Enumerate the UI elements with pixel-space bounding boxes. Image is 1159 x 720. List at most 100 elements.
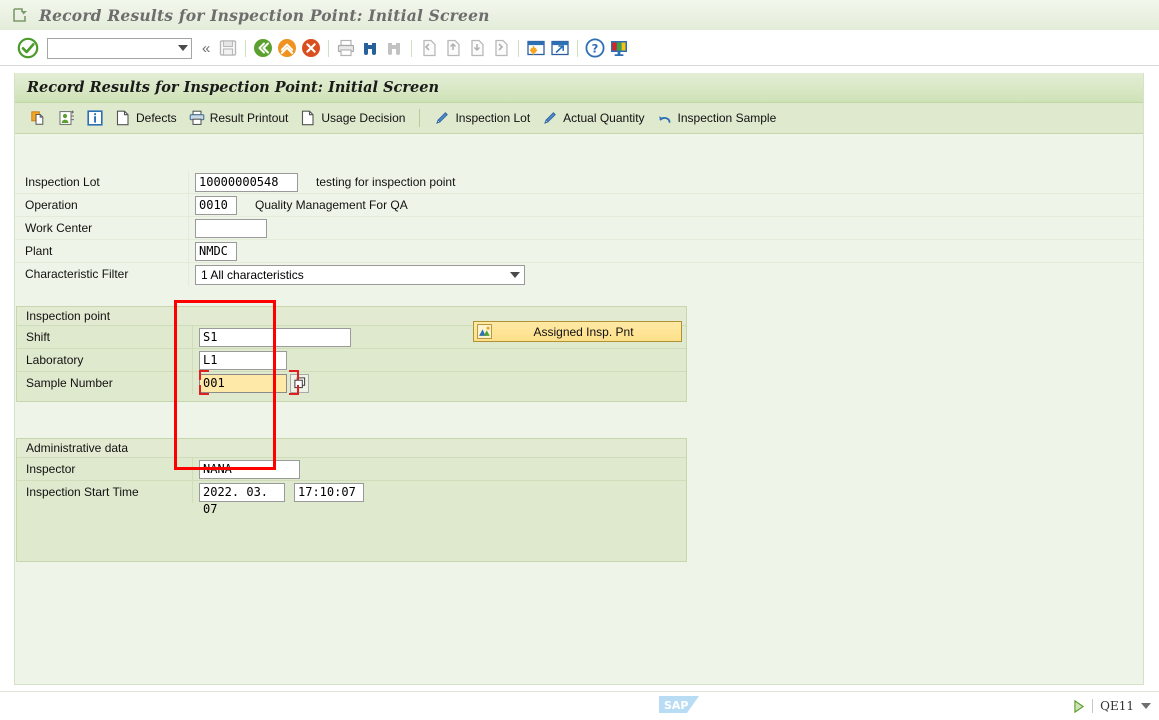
toolbar-separator — [411, 39, 413, 57]
usage-decision-button[interactable]: Usage Decision — [294, 106, 411, 130]
shift-input[interactable]: S1 — [199, 327, 351, 347]
inspection-point-group: Inspection point Shift S1 Laboratory L1 … — [16, 306, 687, 402]
new-session-icon[interactable] — [525, 37, 547, 59]
help-question-icon[interactable]: ? — [584, 37, 606, 59]
administrative-data-group: Administrative data Inspector NANA Inspe… — [16, 438, 687, 562]
sample-number-input[interactable]: 001 — [199, 373, 287, 393]
toolbar-separator — [577, 39, 579, 57]
window-titlebar: Record Results for Inspection Point: Ini… — [0, 0, 1159, 31]
user-settings-icon — [59, 110, 74, 125]
inspection-lot-label: Inspection Lot — [15, 171, 189, 193]
customize-layout-icon[interactable] — [608, 37, 630, 59]
characteristic-filter-select[interactable]: 1 All characteristics — [195, 264, 525, 285]
page-title: Record Results for Inspection Point: Ini… — [27, 79, 440, 96]
pencil-icon — [544, 112, 556, 124]
shortcut-icon[interactable] — [549, 37, 571, 59]
toolbar-separator — [328, 39, 330, 57]
screen-title-bar: Record Results for Inspection Point: Ini… — [15, 73, 1143, 103]
printer-icon[interactable] — [335, 37, 357, 59]
command-field[interactable] — [47, 37, 192, 59]
form-row-work-center: Work Center — [15, 217, 1143, 240]
assigned-inspection-point-button[interactable]: Assigned Insp. Pnt — [473, 321, 682, 342]
operation-description: Quality Management For QA — [255, 198, 408, 212]
red-cancel-icon[interactable] — [300, 37, 322, 59]
printer-icon — [189, 110, 204, 125]
document-icon — [116, 110, 129, 126]
new-document-icon — [31, 111, 44, 125]
toolbar-separator — [245, 39, 247, 57]
matchcode-icon — [293, 377, 305, 389]
first-page-icon[interactable] — [418, 37, 440, 59]
form-row-plant: Plant NMDC — [15, 240, 1143, 263]
green-triangle-icon[interactable] — [1073, 699, 1085, 713]
binoculars-plus-icon[interactable] — [383, 37, 405, 59]
chevron-down-icon[interactable] — [510, 271, 520, 278]
administrative-data-header: Administrative data — [17, 439, 686, 458]
previous-page-icon[interactable] — [442, 37, 464, 59]
form-row-sample-number: Sample Number 001 — [17, 370, 686, 395]
system-toolbar: « ? — [0, 31, 1159, 66]
inspection-start-time-label: Inspection Start Time — [17, 481, 193, 503]
status-bar-right: QE11 — [1073, 692, 1151, 720]
operation-input[interactable]: 0010 — [195, 195, 237, 215]
inspection-lot-input[interactable]: 10000000548 — [195, 172, 298, 192]
defects-label: Defects — [136, 111, 177, 125]
last-page-icon[interactable] — [490, 37, 512, 59]
application-toolbar: Defects Result Printout Usage Decision I… — [15, 103, 1143, 134]
app-toolbar-separator — [419, 109, 421, 127]
plant-input[interactable]: NMDC — [195, 241, 237, 261]
form-row-inspection-start-time: Inspection Start Time 2022. 03. 07 17:10… — [17, 481, 686, 516]
command-input[interactable] — [48, 39, 174, 57]
floppy-disk-icon[interactable] — [217, 37, 239, 59]
ok-check-icon[interactable] — [17, 37, 39, 59]
laboratory-input[interactable]: L1 — [199, 350, 287, 370]
result-printout-button[interactable]: Result Printout — [183, 106, 295, 130]
svg-text:?: ? — [592, 41, 599, 55]
form-row-operation: Operation 0010 Quality Management For QA — [15, 194, 1143, 217]
inspection-start-time-input[interactable]: 17:10:07 — [294, 482, 364, 502]
form-row-characteristic-filter: Characteristic Filter 1 All characterist… — [15, 263, 1143, 286]
pencil-icon — [436, 112, 449, 124]
info-button[interactable] — [81, 106, 109, 130]
inspector-input[interactable]: NANA — [199, 459, 300, 479]
page-body: Record Results for Inspection Point: Ini… — [0, 67, 1159, 692]
transaction-icon — [13, 8, 27, 22]
mountain-icon — [477, 324, 492, 339]
form-row-inspector: Inspector NANA — [17, 458, 686, 481]
inspection-lot-description: testing for inspection point — [316, 175, 456, 189]
work-center-input[interactable] — [195, 218, 267, 238]
window-title: Record Results for Inspection Point: Ini… — [39, 5, 490, 25]
characteristic-filter-value: 1 All characteristics — [201, 267, 304, 282]
actual-quantity-label: Actual Quantity — [563, 111, 645, 125]
undo-arrow-icon — [658, 116, 670, 123]
command-dropdown-arrow[interactable] — [174, 45, 191, 51]
inspector-button[interactable] — [53, 106, 81, 130]
usage-decision-label: Usage Decision — [321, 111, 406, 125]
defects-button[interactable]: Defects — [109, 106, 183, 130]
characteristic-filter-label: Characteristic Filter — [15, 263, 189, 286]
double-chevron-left-icon[interactable]: « — [202, 41, 210, 56]
green-back-arrow-icon[interactable] — [252, 37, 274, 59]
form-row-inspection-lot: Inspection Lot 10000000548 testing for i… — [15, 171, 1143, 194]
laboratory-label: Laboratory — [17, 349, 193, 371]
status-separator — [1092, 699, 1094, 713]
inspection-sample-button[interactable]: Inspection Sample — [651, 106, 783, 130]
chevron-down-icon[interactable] — [1141, 703, 1151, 709]
actual-quantity-button[interactable]: Actual Quantity — [536, 106, 650, 130]
inspection-lot-button[interactable]: Inspection Lot — [428, 106, 536, 130]
screen-frame: Record Results for Inspection Point: Ini… — [14, 73, 1144, 685]
inspection-start-date-input[interactable]: 2022. 03. 07 — [199, 482, 285, 516]
sample-number-matchcode-button[interactable] — [290, 373, 309, 393]
sample-number-label: Sample Number — [17, 372, 193, 394]
svg-text:SAP: SAP — [664, 699, 689, 712]
next-page-icon[interactable] — [466, 37, 488, 59]
document-icon — [302, 110, 314, 126]
binoculars-icon[interactable] — [359, 37, 381, 59]
work-center-label: Work Center — [15, 217, 189, 239]
orange-exit-icon[interactable] — [276, 37, 298, 59]
toolbar-separator — [518, 39, 520, 57]
assigned-inspection-point-label: Assigned Insp. Pnt — [533, 324, 634, 339]
create-inspection-point-button[interactable] — [25, 106, 53, 130]
form-area: Inspection Lot 10000000548 testing for i… — [15, 135, 1143, 286]
info-icon — [87, 110, 103, 126]
